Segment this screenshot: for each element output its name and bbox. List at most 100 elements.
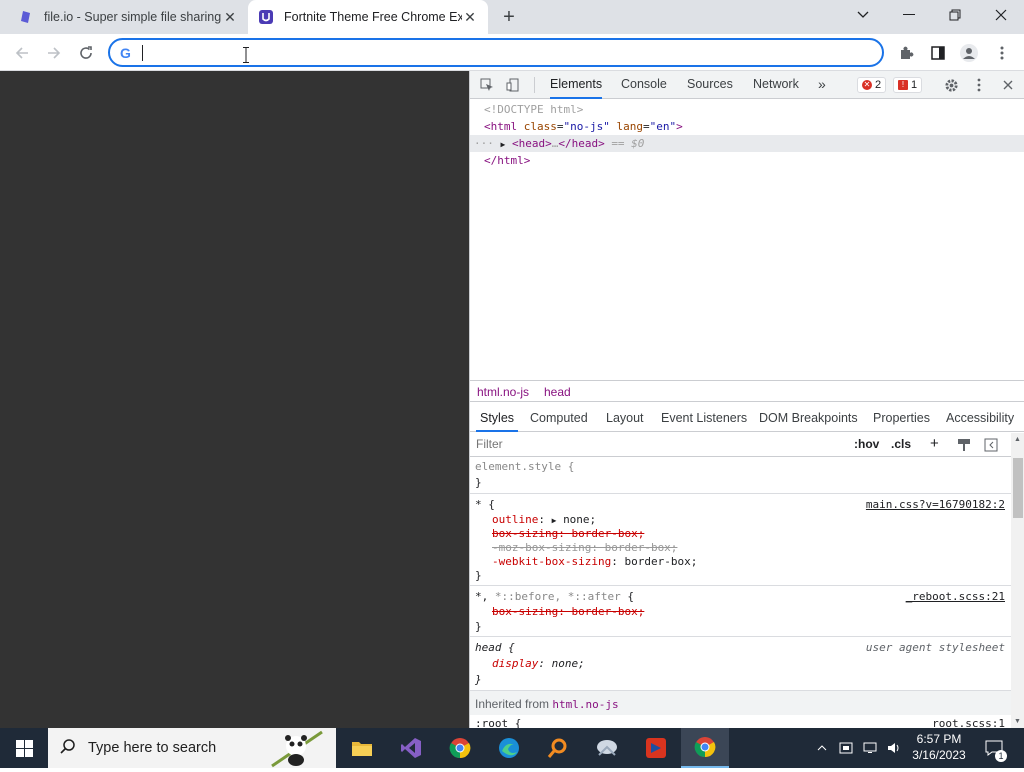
device-toolbar-icon[interactable] [504,76,522,94]
more-tabs-icon[interactable]: » [818,71,826,99]
minimize-icon[interactable] [886,0,932,30]
taskbar-search[interactable]: Type here to search [48,728,336,768]
head-close-tag: </head> [558,137,605,150]
tab-styles[interactable]: Styles [476,405,519,432]
media-app-icon[interactable] [632,728,680,768]
tab-dom-breakpoints[interactable]: DOM Breakpoints [759,405,858,432]
tray-chevron-up-icon[interactable] [812,728,832,768]
close-devtools-icon[interactable] [999,76,1017,94]
cls-button[interactable]: .cls [891,437,911,451]
html-open-tag: <html [484,120,518,133]
styles-scrollbar[interactable]: ▲ ▼ [1011,433,1024,728]
network-icon[interactable] [860,728,880,768]
css-declaration-overridden[interactable]: box-sizing: border-box; [492,605,644,619]
devtools-panel: Elements Console Sources Network » ✕ 2 !… [469,71,1024,728]
rule-source-link[interactable]: _root.scss:1 [926,717,1005,728]
issues-badge[interactable]: ! 1 [893,77,923,93]
css-declaration-overridden[interactable]: box-sizing: border-box; [492,527,644,541]
css-declaration[interactable]: outline: ▶ none; [492,513,596,527]
reload-icon[interactable] [74,41,98,65]
scroll-up-icon[interactable]: ▲ [1014,436,1021,443]
chrome-active-icon[interactable] [681,728,729,768]
settings-gear-icon[interactable] [942,76,960,94]
close-icon[interactable] [978,0,1024,30]
tray-app-icon[interactable] [836,728,856,768]
attr-value: "en" [649,120,677,133]
tab-event-listeners[interactable]: Event Listeners [661,405,747,432]
chevron-down-icon[interactable] [840,0,886,30]
inspect-element-icon[interactable] [478,76,496,94]
fan-app-icon[interactable] [583,728,631,768]
new-rule-plus-icon[interactable]: + [930,435,939,452]
page-viewport[interactable] [0,71,469,728]
html-close-node[interactable]: </html> [484,152,530,169]
breadcrumb-html[interactable]: html.no-js [477,385,529,399]
kebab-menu-icon[interactable] [991,42,1013,64]
devtools-menu-icon[interactable] [970,76,988,94]
taskbar-clock[interactable]: 6:57 PM 3/16/2023 [906,731,972,763]
windows-start-icon[interactable] [0,728,48,768]
css-declaration-invalid[interactable]: -moz-box-sizing: border-box; [492,541,677,555]
tab-console[interactable]: Console [621,71,667,99]
html-node[interactable]: <html class="no-js" lang="en"> [484,118,683,135]
tab-accessibility[interactable]: Accessibility [946,405,1014,432]
scrollbar-thumb[interactable] [1013,458,1023,518]
rule-close: } [475,476,482,489]
close-icon[interactable]: ✕ [222,9,238,25]
toggle-sidebar-icon[interactable] [984,438,998,455]
rule-selector[interactable]: :root { [475,717,521,728]
expand-triangle-icon[interactable]: ▶ [501,140,506,149]
rule-selector[interactable]: *, *::before, *::after { [475,590,634,604]
breadcrumb-head[interactable]: head [544,385,571,399]
expand-triangle-icon[interactable]: ▶ [552,516,557,525]
clock-time: 6:57 PM [916,732,962,746]
paint-brush-icon[interactable] [957,438,971,455]
tab-elements[interactable]: Elements [550,71,603,99]
close-icon[interactable]: ✕ [462,9,478,25]
restore-icon[interactable] [932,0,978,30]
extensions-puzzle-icon[interactable] [895,42,917,64]
head-node-selected[interactable]: ··· ▶ <head>…</head> == $0 [470,135,1024,152]
address-bar[interactable]: G [108,38,884,67]
hov-button[interactable]: :hov [854,437,879,451]
volume-icon[interactable] [884,728,904,768]
profile-avatar-icon[interactable] [958,42,980,64]
styles-filter-input[interactable] [476,437,836,451]
root-rule: :root { _root.scss:1 [470,715,1011,728]
inherited-target-link[interactable]: html.no-js [552,698,618,711]
doctype-node[interactable]: <!DOCTYPE html> [484,101,583,118]
rule-selector[interactable]: element.style { [475,460,574,474]
edge-icon[interactable] [485,728,533,768]
back-icon[interactable] [10,41,34,65]
rule-source-link[interactable]: main.css?v=16790182:2 [866,498,1005,511]
scroll-down-icon[interactable]: ▼ [1014,718,1021,725]
tab-sources[interactable]: Sources [687,71,733,99]
search-app-icon[interactable] [534,728,582,768]
tab-fileio[interactable]: file.io - Super simple file sharing ✕ [8,0,248,34]
search-icon [48,738,88,759]
prop-value: none; [563,513,597,526]
styles-tabs: Styles Computed Layout Event Listeners D… [470,405,1024,432]
rule-selector[interactable]: * { [475,498,495,512]
issues-count: 1 [911,79,918,91]
file-explorer-icon[interactable] [338,728,386,768]
errors-badge[interactable]: ✕ 2 [857,77,887,93]
tab-properties[interactable]: Properties [873,405,930,432]
tab-network[interactable]: Network [753,71,799,99]
tab-layout[interactable]: Layout [606,405,644,432]
notification-center-icon[interactable]: 1 [980,728,1008,768]
chrome-icon[interactable] [436,728,484,768]
rule-source-link[interactable]: _reboot.scss:21 [906,590,1005,603]
head-open-tag: <head> [511,137,552,150]
tab-fortnite-theme[interactable]: Fortnite Theme Free Chrome Exte ✕ [248,0,488,34]
rule-selector[interactable]: head { [475,641,515,655]
forward-icon[interactable] [42,41,66,65]
breadcrumb: html.no-js head [470,380,1024,402]
visual-studio-icon[interactable] [387,728,435,768]
side-panel-icon[interactable] [927,42,949,64]
css-declaration[interactable]: display: none; [492,657,585,671]
tab-computed[interactable]: Computed [530,405,588,432]
html-open-end: > [676,120,683,133]
new-tab-button[interactable]: + [498,6,520,28]
css-declaration[interactable]: -webkit-box-sizing: border-box; [492,555,697,569]
